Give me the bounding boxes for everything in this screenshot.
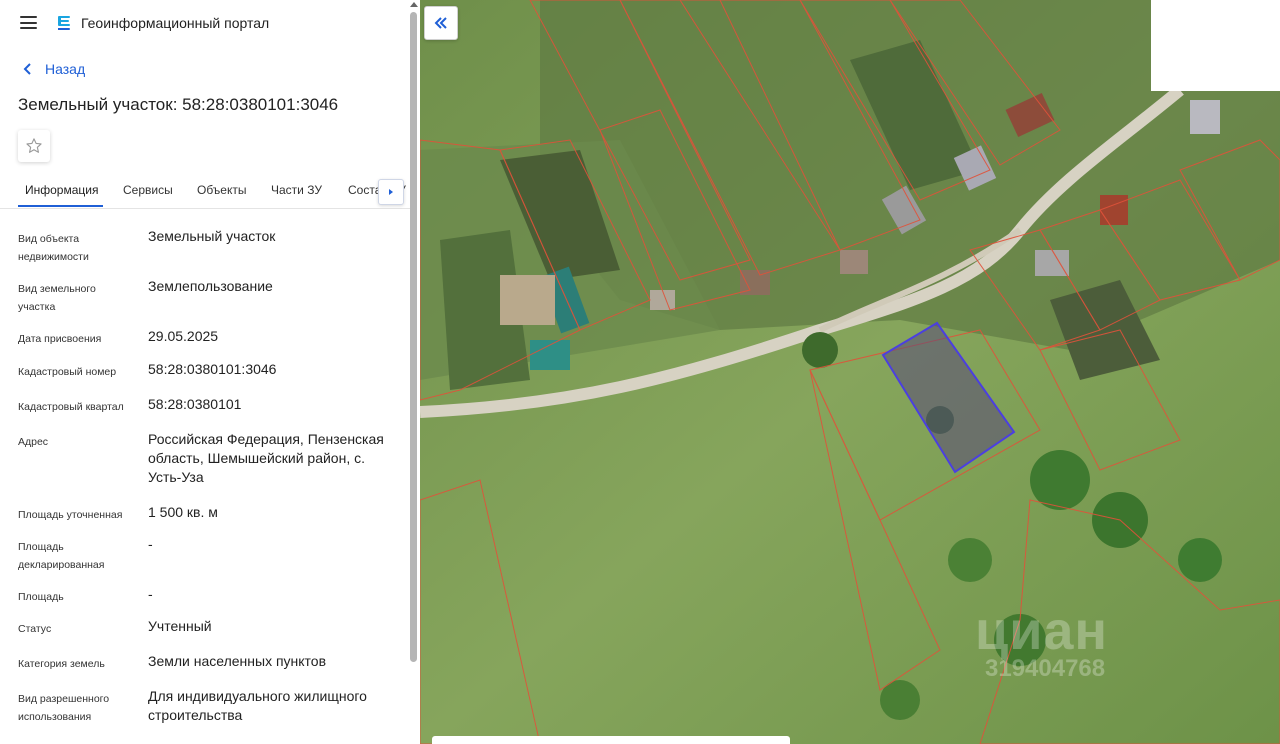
map-overview-panel [1151, 0, 1280, 91]
app-title: Геоинформационный портал [81, 15, 270, 31]
field-value: 58:28:0380101:3046 [148, 361, 277, 377]
field-label: Площадь [18, 591, 64, 603]
field-label: Площадь уточненная [18, 509, 123, 521]
field-value: 58:28:0380101 [148, 396, 242, 412]
tab-bar: Информация Сервисы Объекты Части ЗУ Сост… [0, 174, 410, 209]
field-label: Статус [18, 623, 52, 635]
field-label: Дата присвоения [18, 333, 102, 345]
field-value: - [148, 536, 153, 552]
active-tab-indicator [18, 205, 103, 207]
tab-parts[interactable]: Части ЗУ [271, 183, 322, 197]
field-label: Вид земельного участка [18, 283, 96, 313]
field-value: Для индивидуального жилищного строительс… [148, 688, 367, 723]
map-view[interactable]: циан 319404768 [420, 0, 1280, 744]
field-value: 29.05.2025 [148, 328, 219, 344]
field-value: 1 500 кв. м [148, 504, 218, 520]
field-value: Земли населенных пунктов [148, 653, 327, 669]
back-label: Назад [45, 61, 86, 77]
watermark-id: 319404768 [985, 655, 1106, 682]
field-value: Земельный участок [148, 228, 276, 244]
field-label: Вид объекта недвижимости [18, 233, 89, 263]
field-label: Адрес [18, 436, 49, 448]
field-label: Вид разрешенного использования [18, 693, 110, 723]
tabs-scroll-right-button[interactable] [378, 179, 404, 205]
menu-icon[interactable] [20, 16, 37, 29]
collapse-panel-button[interactable] [424, 6, 458, 40]
star-icon [26, 138, 42, 153]
panel-scrollbar[interactable] [410, 12, 417, 662]
panel-header: Геоинформационный портал [0, 0, 410, 46]
field-label: Кадастровый номер [18, 366, 117, 378]
tab-services[interactable]: Сервисы [123, 183, 173, 197]
scroll-up-arrow-icon[interactable] [410, 2, 418, 7]
back-link[interactable]: Назад [20, 61, 85, 77]
watermark-text: циан [975, 601, 1109, 661]
double-chevron-left-icon [434, 17, 447, 29]
field-label: Категория земель [18, 658, 105, 670]
field-label: Площадь декларированная [18, 541, 105, 571]
portal-logo-icon [58, 16, 70, 30]
caret-right-icon [389, 189, 393, 195]
field-value: Учтенный [148, 618, 212, 634]
field-value: Российская Федерация, Пензенская область… [148, 431, 384, 485]
chevron-left-icon [23, 63, 31, 75]
info-panel: Геоинформационный портал Назад Земельный… [0, 0, 420, 744]
page-title: Земельный участок: 58:28:0380101:3046 [18, 95, 339, 114]
favorite-button[interactable] [18, 130, 50, 162]
tab-information[interactable]: Информация [25, 183, 98, 197]
satellite-map[interactable] [420, 0, 1280, 744]
field-label: Кадастровый квартал [18, 401, 124, 413]
field-value: Землепользование [148, 278, 273, 294]
tab-objects[interactable]: Объекты [197, 183, 247, 197]
map-bottom-toolbar [432, 736, 790, 744]
field-value: - [148, 586, 153, 602]
